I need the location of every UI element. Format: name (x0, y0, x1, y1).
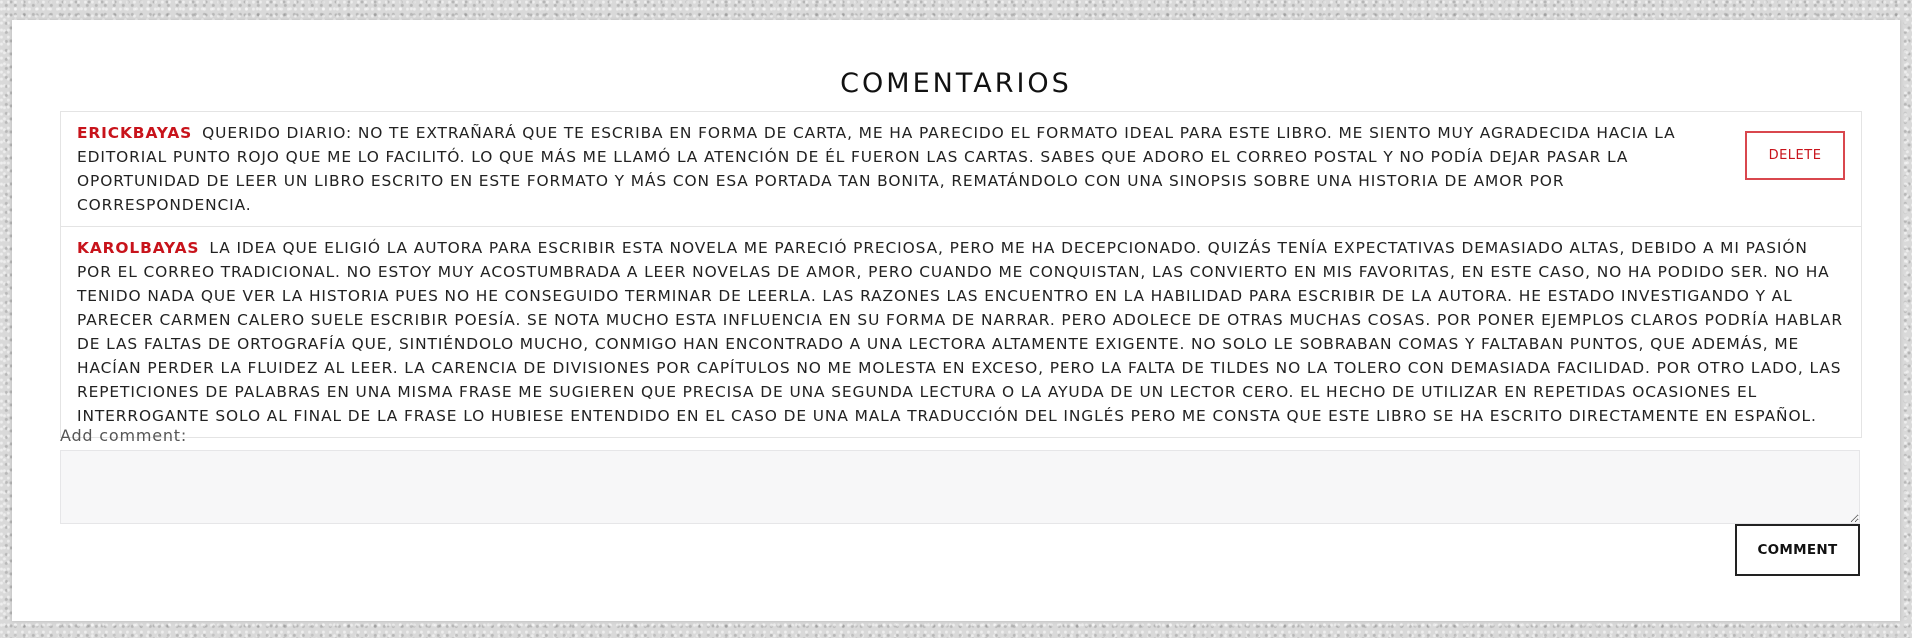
comment-author: ERICKBAYAS (77, 124, 193, 142)
comment-list: ERICKBAYAS QUERIDO DIARIO: NO TE EXTRAÑAR… (60, 111, 1862, 438)
comment-text: QUERIDO DIARIO: NO TE EXTRAÑARÁ QUE TE E… (77, 124, 1676, 214)
comment-author: KAROLBAYAS (77, 239, 200, 257)
delete-comment-button[interactable]: DELETE (1745, 131, 1845, 180)
comment-item: KAROLBAYAS LA IDEA QUE ELIGIÓ LA AUTORA P… (61, 227, 1861, 437)
add-comment-label: Add comment: (60, 426, 188, 445)
section-title: COMENTARIOS (840, 68, 1072, 99)
submit-comment-button[interactable]: COMMENT (1735, 524, 1860, 576)
comment-item: ERICKBAYAS QUERIDO DIARIO: NO TE EXTRAÑAR… (61, 112, 1861, 227)
comment-textarea[interactable] (60, 450, 1860, 524)
comment-text: LA IDEA QUE ELIGIÓ LA AUTORA PARA ESCRIB… (77, 239, 1844, 425)
